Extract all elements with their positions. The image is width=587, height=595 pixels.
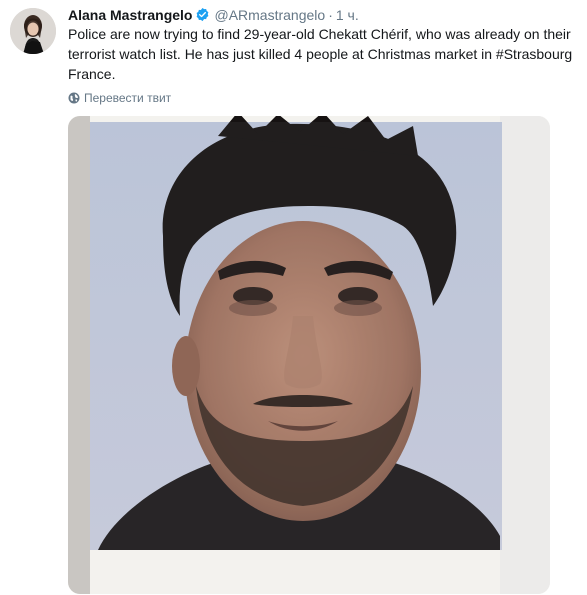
suspect-photo-image (68, 116, 550, 594)
tweet-text: Police are now trying to find 29-year-ol… (68, 26, 573, 82)
tweet-header: Alana Mastrangelo @ARmastrangelo · 1 ч. (68, 6, 577, 24)
tweet-photo[interactable] (68, 116, 550, 594)
tweet-timestamp[interactable]: 1 ч. (336, 7, 359, 23)
avatar-image (10, 8, 56, 54)
globe-icon (68, 92, 80, 104)
separator-dot: · (328, 7, 333, 23)
tweet: Alana Mastrangelo @ARmastrangelo · 1 ч. Pol… (0, 0, 587, 595)
translate-label: Перевести твит (84, 91, 172, 105)
author-name[interactable]: Alana Mastrangelo (68, 7, 192, 23)
avatar[interactable] (10, 8, 56, 54)
translate-tweet-link[interactable]: Перевести твит (68, 91, 171, 105)
author-handle[interactable]: @ARmastrangelo (214, 7, 325, 23)
